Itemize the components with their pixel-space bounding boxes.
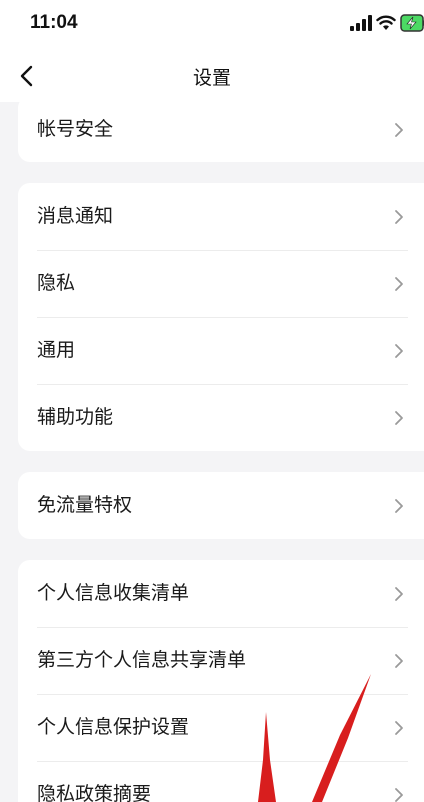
chevron-right-icon	[395, 788, 403, 802]
settings-item-general[interactable]: 通用	[18, 317, 424, 384]
chevron-right-icon	[395, 411, 403, 425]
settings-item-label: 消息通知	[37, 205, 114, 227]
chevron-right-icon	[395, 499, 403, 513]
chevron-right-icon	[395, 654, 403, 668]
nav-bar: 设置	[0, 50, 424, 102]
settings-item-info-collection-list[interactable]: 个人信息收集清单	[18, 560, 424, 627]
chevron-right-icon	[395, 344, 403, 358]
settings-screen: 11:04 设置 帐号安全 消息通知 隐私 通用 辅助功能 免流量特权 个人信息…	[0, 0, 424, 802]
chevron-right-icon	[395, 587, 403, 601]
settings-item-free-data[interactable]: 免流量特权	[18, 472, 424, 539]
settings-item-notifications[interactable]: 消息通知	[18, 183, 424, 250]
settings-item-label: 个人信息收集清单	[37, 582, 190, 604]
status-time: 11:04	[30, 12, 78, 33]
signal-icon	[350, 15, 372, 31]
settings-item-info-protection-settings[interactable]: 个人信息保护设置	[18, 694, 424, 761]
settings-group-personal-info: 个人信息收集清单 第三方个人信息共享清单 个人信息保护设置 隐私政策摘要	[18, 560, 424, 802]
chevron-right-icon	[395, 721, 403, 735]
settings-item-label: 第三方个人信息共享清单	[37, 649, 247, 671]
settings-item-label: 隐私政策摘要	[37, 783, 152, 802]
settings-item-label: 免流量特权	[37, 494, 133, 516]
settings-item-label: 帐号安全	[37, 118, 114, 140]
battery-charging-icon	[400, 14, 424, 32]
settings-item-privacy[interactable]: 隐私	[18, 250, 424, 317]
page-title: 设置	[192, 67, 231, 89]
settings-item-account-security[interactable]: 帐号安全	[18, 96, 424, 162]
settings-group-general: 消息通知 隐私 通用 辅助功能	[18, 183, 424, 451]
settings-item-label: 辅助功能	[37, 406, 114, 428]
settings-item-label: 隐私	[37, 272, 76, 294]
wifi-icon	[376, 15, 396, 30]
chevron-right-icon	[395, 277, 403, 291]
settings-item-third-party-sharing-list[interactable]: 第三方个人信息共享清单	[18, 627, 424, 694]
chevron-right-icon	[395, 210, 403, 224]
settings-item-accessibility[interactable]: 辅助功能	[18, 384, 424, 451]
settings-item-label: 个人信息保护设置	[37, 716, 190, 738]
settings-item-label: 通用	[37, 339, 76, 361]
settings-group-account: 帐号安全	[18, 96, 424, 162]
status-bar: 11:04	[0, 0, 424, 50]
settings-item-privacy-policy-summary[interactable]: 隐私政策摘要	[18, 761, 424, 802]
settings-group-data-saver: 免流量特权	[18, 472, 424, 539]
chevron-right-icon	[395, 123, 403, 137]
